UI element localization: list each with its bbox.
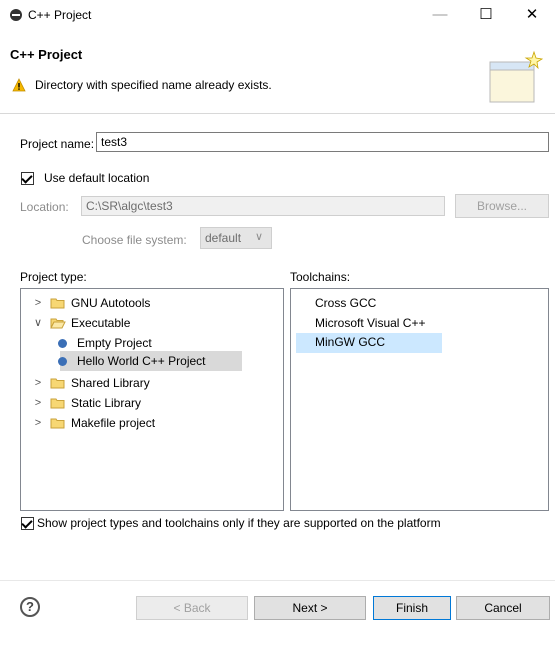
folder-icon bbox=[50, 298, 65, 309]
toolchain-item-mingw-gcc[interactable]: MinGW GCC bbox=[296, 333, 442, 353]
tree-item-empty-project[interactable]: Empty Project bbox=[21, 333, 283, 353]
chevron-right-icon[interactable]: > bbox=[30, 413, 46, 433]
folder-icon bbox=[50, 378, 65, 389]
tree-item-label: Empty Project bbox=[77, 336, 152, 350]
chevron-down-icon: ∨ bbox=[255, 231, 264, 243]
page-title: C++ Project bbox=[10, 47, 83, 62]
location-input[interactable]: C:\SR\algc\test3 bbox=[81, 196, 445, 216]
help-icon[interactable]: ? bbox=[20, 597, 40, 617]
next-button[interactable]: Next > bbox=[254, 596, 366, 620]
tree-item-label: Makefile project bbox=[71, 416, 156, 430]
tree-item-executable[interactable]: ∨ Executable bbox=[21, 313, 283, 333]
tree-item-label: Executable bbox=[71, 316, 131, 330]
tree-item-makefile-project[interactable]: > Makefile project bbox=[21, 413, 283, 433]
file-system-select[interactable]: default ∨ bbox=[200, 227, 272, 249]
project-name-input[interactable]: test3 bbox=[96, 132, 549, 152]
location-label: Location: bbox=[20, 200, 69, 214]
tree-item-hello-world[interactable]: Hello World C++ Project bbox=[58, 351, 242, 371]
folder-icon bbox=[50, 398, 65, 409]
project-template-icon bbox=[58, 339, 67, 348]
header-message: Directory with specified name already ex… bbox=[35, 78, 272, 92]
folder-icon bbox=[50, 418, 65, 429]
tree-item-shared-library[interactable]: > Shared Library bbox=[21, 373, 283, 393]
browse-button[interactable]: Browse... bbox=[455, 194, 549, 218]
chevron-down-icon[interactable]: ∨ bbox=[30, 313, 46, 333]
maximize-button[interactable]: ☐ bbox=[463, 0, 509, 30]
use-default-location-label: Use default location bbox=[44, 171, 150, 185]
window-title: C++ Project bbox=[28, 8, 92, 22]
tree-item-static-library[interactable]: > Static Library bbox=[21, 393, 283, 413]
file-system-value: default bbox=[205, 231, 242, 245]
minimize-button[interactable]: — bbox=[417, 0, 463, 30]
file-system-label: Choose file system: bbox=[82, 233, 187, 247]
chevron-right-icon[interactable]: > bbox=[30, 373, 46, 393]
footer-separator bbox=[0, 580, 555, 581]
use-default-location-checkbox[interactable] bbox=[21, 172, 34, 185]
new-project-wizard-icon bbox=[489, 50, 543, 103]
checkmark-icon bbox=[21, 517, 33, 529]
project-type-label: Project type: bbox=[20, 270, 87, 284]
chevron-right-icon[interactable]: > bbox=[30, 393, 46, 413]
project-name-label: Project name: bbox=[20, 137, 95, 151]
project-template-icon bbox=[58, 357, 67, 366]
close-button[interactable]: ✕ bbox=[509, 0, 555, 30]
header-separator bbox=[0, 113, 555, 114]
toolchain-item-msvc[interactable]: Microsoft Visual C++ bbox=[315, 314, 426, 333]
folder-open-icon bbox=[50, 318, 66, 329]
toolchain-item-label: MinGW GCC bbox=[315, 335, 385, 349]
eclipse-cdt-icon bbox=[10, 9, 22, 21]
warning-icon bbox=[12, 78, 26, 92]
tree-item-label: GNU Autotools bbox=[71, 296, 151, 310]
tree-item-gnu-autotools[interactable]: > GNU Autotools bbox=[21, 293, 283, 313]
tree-item-label: Hello World C++ Project bbox=[77, 354, 206, 368]
checkmark-icon bbox=[21, 172, 33, 184]
chevron-right-icon[interactable]: > bbox=[30, 293, 46, 313]
back-button[interactable]: < Back bbox=[136, 596, 248, 620]
toolchain-item-cross-gcc[interactable]: Cross GCC bbox=[315, 294, 376, 313]
tree-item-label: Shared Library bbox=[71, 376, 150, 390]
cancel-button[interactable]: Cancel bbox=[456, 596, 550, 620]
toolchains-label: Toolchains: bbox=[290, 270, 351, 284]
finish-button[interactable]: Finish bbox=[373, 596, 451, 620]
show-supported-checkbox[interactable] bbox=[21, 517, 34, 530]
show-supported-label: Show project types and toolchains only i… bbox=[37, 516, 441, 530]
wizard-header bbox=[0, 30, 555, 113]
tree-item-label: Static Library bbox=[71, 396, 142, 410]
